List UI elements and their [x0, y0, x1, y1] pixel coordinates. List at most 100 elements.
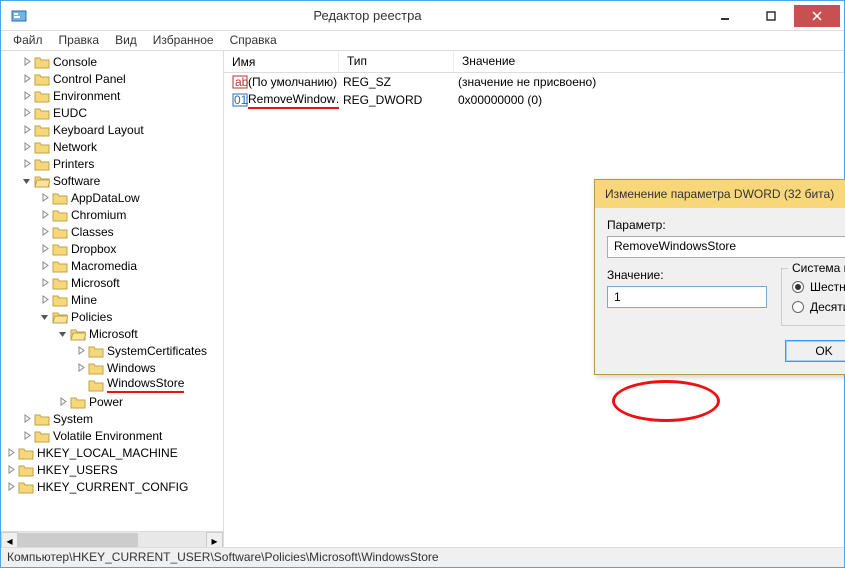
tree-item[interactable]: Environment	[3, 87, 223, 104]
expand-icon[interactable]	[21, 56, 32, 67]
collapse-icon[interactable]	[39, 311, 50, 322]
expand-icon[interactable]	[39, 192, 50, 203]
value-row[interactable]: 011RemoveWindow…REG_DWORD0x00000000 (0)	[224, 91, 844, 109]
folder-icon	[34, 89, 50, 103]
tree-item[interactable]: Windows	[3, 359, 223, 376]
expand-icon[interactable]	[75, 362, 86, 373]
menu-edit[interactable]: Правка	[51, 31, 108, 50]
radio-hex-row[interactable]: Шестнадцатеричная	[792, 277, 845, 297]
tree-item[interactable]: Volatile Environment	[3, 427, 223, 444]
tree-item-label: Power	[89, 395, 123, 409]
tree-item[interactable]: Control Panel	[3, 70, 223, 87]
collapse-icon[interactable]	[21, 175, 32, 186]
col-value[interactable]: Значение	[454, 51, 844, 72]
tree-item[interactable]: Macromedia	[3, 257, 223, 274]
scroll-left-icon[interactable]: ◂	[1, 532, 18, 548]
col-name[interactable]: Имя	[224, 51, 339, 72]
folder-icon	[52, 242, 68, 256]
base-group-legend: Система исчисления	[788, 261, 845, 275]
expand-icon[interactable]	[21, 430, 32, 441]
tree-item-label: Printers	[53, 157, 94, 171]
tree-item[interactable]: Microsoft	[3, 325, 223, 342]
dialog-title-bar[interactable]: Изменение параметра DWORD (32 бита)	[595, 180, 845, 208]
expand-icon[interactable]	[21, 124, 32, 135]
param-name-field[interactable]: RemoveWindowsStore	[607, 236, 845, 258]
tree-item[interactable]: HKEY_USERS	[3, 461, 223, 478]
collapse-icon[interactable]	[57, 328, 68, 339]
tree-h-scrollbar[interactable]: ◂ ▸	[1, 531, 223, 548]
col-type[interactable]: Тип	[339, 51, 454, 72]
expand-icon[interactable]	[39, 226, 50, 237]
tree-item[interactable]: HKEY_LOCAL_MACHINE	[3, 444, 223, 461]
folder-icon	[88, 378, 104, 392]
value-input[interactable]	[607, 286, 767, 308]
no-expand	[75, 379, 86, 390]
expand-icon[interactable]	[75, 345, 86, 356]
scroll-right-icon[interactable]: ▸	[206, 532, 223, 548]
menu-view[interactable]: Вид	[107, 31, 145, 50]
value-data: (значение не присвоено)	[454, 75, 844, 89]
tree-item[interactable]: System	[3, 410, 223, 427]
tree-item[interactable]: Printers	[3, 155, 223, 172]
tree-item[interactable]: Console	[3, 53, 223, 70]
expand-icon[interactable]	[39, 294, 50, 305]
expand-icon[interactable]	[5, 464, 16, 475]
radio-hex[interactable]	[792, 281, 804, 293]
tree-item-label: Keyboard Layout	[53, 123, 144, 137]
expand-icon[interactable]	[21, 90, 32, 101]
expand-icon[interactable]	[21, 158, 32, 169]
maximize-button[interactable]	[748, 5, 794, 27]
radio-dec-label: Десятичная	[810, 300, 845, 314]
expand-icon[interactable]	[5, 481, 16, 492]
values-list[interactable]: ab(По умолчанию)REG_SZ(значение не присв…	[224, 73, 844, 109]
tree-item[interactable]: WindowsStore	[3, 376, 223, 393]
tree-item[interactable]: Classes	[3, 223, 223, 240]
scroll-thumb[interactable]	[18, 533, 138, 548]
minimize-button[interactable]	[702, 5, 748, 27]
tree-item[interactable]: Dropbox	[3, 240, 223, 257]
expand-icon[interactable]	[57, 396, 68, 407]
tree-item[interactable]: Network	[3, 138, 223, 155]
tree-item-label: Microsoft	[71, 276, 120, 290]
tree-item[interactable]: Microsoft	[3, 274, 223, 291]
tree-item[interactable]: Mine	[3, 291, 223, 308]
expand-icon[interactable]	[21, 141, 32, 152]
tree-item[interactable]: AppDataLow	[3, 189, 223, 206]
tree-item[interactable]: EUDC	[3, 104, 223, 121]
tree-item[interactable]: Software	[3, 172, 223, 189]
radio-dec-row[interactable]: Десятичная	[792, 297, 845, 317]
tree-item[interactable]: Policies	[3, 308, 223, 325]
menu-bar: Файл Правка Вид Избранное Справка	[1, 31, 844, 51]
dword-value-icon: 011	[232, 92, 248, 108]
tree-item-label: Volatile Environment	[53, 429, 162, 443]
menu-file[interactable]: Файл	[5, 31, 51, 50]
tree-item[interactable]: SystemCertificates	[3, 342, 223, 359]
expand-icon[interactable]	[39, 243, 50, 254]
folder-icon	[52, 208, 68, 222]
tree-item-label: Macromedia	[71, 259, 137, 273]
menu-help[interactable]: Справка	[222, 31, 285, 50]
value-name: RemoveWindow…	[248, 92, 339, 109]
expand-icon[interactable]	[5, 447, 16, 458]
expand-icon[interactable]	[39, 277, 50, 288]
tree-item[interactable]: Chromium	[3, 206, 223, 223]
param-label: Параметр:	[607, 218, 845, 232]
expand-icon[interactable]	[21, 413, 32, 424]
tree-item[interactable]: Power	[3, 393, 223, 410]
registry-tree[interactable]: ConsoleControl PanelEnvironmentEUDC Keybo…	[1, 53, 223, 531]
tree-item[interactable]: Keyboard Layout	[3, 121, 223, 138]
ok-button[interactable]: OK	[785, 340, 845, 362]
expand-icon[interactable]	[39, 260, 50, 271]
close-button[interactable]	[794, 5, 840, 27]
expand-icon[interactable]	[39, 209, 50, 220]
value-data: 0x00000000 (0)	[454, 93, 844, 107]
value-type: REG_SZ	[339, 75, 454, 89]
folder-icon	[52, 259, 68, 273]
value-row[interactable]: ab(По умолчанию)REG_SZ(значение не присв…	[224, 73, 844, 91]
expand-icon[interactable]	[21, 73, 32, 84]
value-type: REG_DWORD	[339, 93, 454, 107]
radio-dec[interactable]	[792, 301, 804, 313]
expand-icon[interactable]	[21, 107, 32, 118]
menu-favorites[interactable]: Избранное	[145, 31, 222, 50]
tree-item[interactable]: HKEY_CURRENT_CONFIG	[3, 478, 223, 495]
